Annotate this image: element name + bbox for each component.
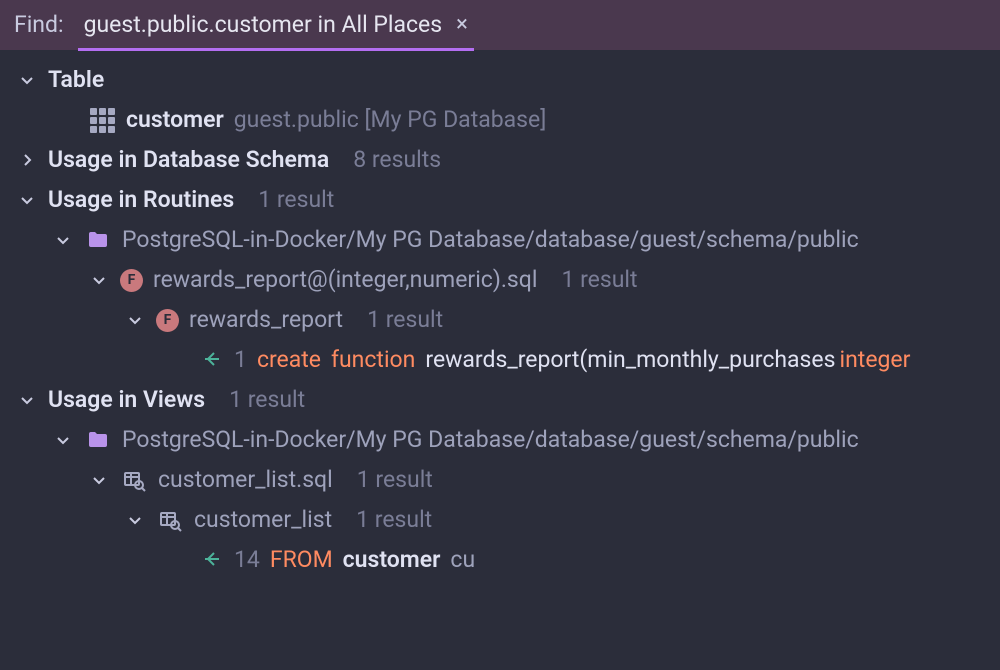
find-tab[interactable]: guest.public.customer in All Places × xyxy=(78,0,474,50)
table-name: customer xyxy=(126,103,224,136)
routines-path-row[interactable]: PostgreSQL-in-Docker/My PG Database/data… xyxy=(0,220,1000,260)
routines-path: PostgreSQL-in-Docker/My PG Database/data… xyxy=(122,223,859,256)
table-icon xyxy=(88,106,116,134)
views-file-row[interactable]: customer_list.sql 1 result xyxy=(0,460,1000,500)
section-views-count: 1 result xyxy=(229,383,305,416)
find-label: Find: xyxy=(14,8,64,41)
usage-arrow-icon xyxy=(196,346,224,374)
chevron-down-icon[interactable] xyxy=(52,429,74,451)
folder-icon xyxy=(84,426,112,454)
section-routines-count: 1 result xyxy=(258,183,334,216)
chevron-down-icon[interactable] xyxy=(16,189,38,211)
function-badge-icon: F xyxy=(120,269,143,292)
code-lineno: 14 xyxy=(234,543,260,576)
code-bold-customer: customer xyxy=(343,543,441,576)
routines-code-row[interactable]: 1 create function rewards_report(min_mon… xyxy=(0,340,1000,380)
table-qualifier: guest.public [My PG Database] xyxy=(234,103,547,136)
chevron-down-icon[interactable] xyxy=(16,69,38,91)
section-views-header[interactable]: Usage in Views 1 result xyxy=(0,380,1000,420)
chevron-down-icon[interactable] xyxy=(52,229,74,251)
function-badge-icon: F xyxy=(156,309,179,332)
code-trail-cu: cu xyxy=(450,543,475,576)
code-kw-create: create xyxy=(257,343,321,376)
code-rest: rewards_report(min_monthly_purchases xyxy=(425,343,835,376)
routines-object-name: rewards_report xyxy=(189,303,343,336)
chevron-down-icon[interactable] xyxy=(124,509,146,531)
views-object-count: 1 result xyxy=(356,503,432,536)
code-lineno: 1 xyxy=(234,343,247,376)
section-table-header[interactable]: Table xyxy=(0,60,1000,100)
table-entry[interactable]: customer guest.public [My PG Database] xyxy=(0,100,1000,140)
section-routines-header[interactable]: Usage in Routines 1 result xyxy=(0,180,1000,220)
views-path: PostgreSQL-in-Docker/My PG Database/data… xyxy=(122,423,859,456)
section-schema-header[interactable]: Usage in Database Schema 8 results xyxy=(0,140,1000,180)
view-icon xyxy=(120,466,148,494)
view-icon xyxy=(156,506,184,534)
section-schema-count: 8 results xyxy=(353,143,441,176)
routines-file-name: rewards_report@(integer,numeric).sql xyxy=(153,263,537,296)
routines-file-count: 1 result xyxy=(561,263,637,296)
usage-arrow-icon xyxy=(196,546,224,574)
folder-icon xyxy=(84,226,112,254)
views-object-row[interactable]: customer_list 1 result xyxy=(0,500,1000,540)
routines-object-row[interactable]: F rewards_report 1 result xyxy=(0,300,1000,340)
find-tab-text: guest.public.customer in All Places xyxy=(84,8,443,41)
section-views-title: Usage in Views xyxy=(48,383,205,416)
routines-object-count: 1 result xyxy=(367,303,443,336)
views-file-count: 1 result xyxy=(357,463,433,496)
chevron-down-icon[interactable] xyxy=(124,309,146,331)
section-table-title: Table xyxy=(48,63,104,96)
code-kw-from: FROM xyxy=(270,543,333,576)
routines-file-row[interactable]: F rewards_report@(integer,numeric).sql 1… xyxy=(0,260,1000,300)
results-tree: Table customer guest.public [My PG Datab… xyxy=(0,50,1000,580)
code-kw-function: function xyxy=(331,343,415,376)
chevron-down-icon[interactable] xyxy=(16,389,38,411)
section-schema-title: Usage in Database Schema xyxy=(48,143,329,176)
section-routines-title: Usage in Routines xyxy=(48,183,234,216)
chevron-down-icon[interactable] xyxy=(88,469,110,491)
close-icon[interactable]: × xyxy=(456,14,468,36)
views-path-row[interactable]: PostgreSQL-in-Docker/My PG Database/data… xyxy=(0,420,1000,460)
code-type: integer xyxy=(840,343,911,376)
views-object-name: customer_list xyxy=(194,503,332,536)
chevron-right-icon[interactable] xyxy=(16,149,38,171)
views-file-name: customer_list.sql xyxy=(158,463,333,496)
find-bar: Find: guest.public.customer in All Place… xyxy=(0,0,1000,50)
views-code-row[interactable]: 14 FROM customer cu xyxy=(0,540,1000,580)
chevron-down-icon[interactable] xyxy=(88,269,110,291)
